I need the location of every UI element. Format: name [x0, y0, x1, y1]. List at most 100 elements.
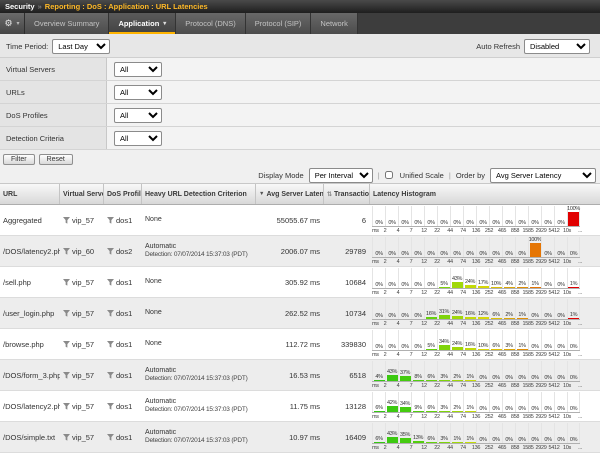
histogram-bar: [478, 349, 489, 350]
bucket-percent-label: 0%: [544, 313, 551, 319]
display-mode-select[interactable]: Per Interval: [309, 168, 373, 183]
avg-latency-cell: 305.92 ms: [256, 278, 324, 287]
histogram-bucket: 0%: [398, 268, 411, 288]
histogram-axis-label: 465: [498, 228, 506, 234]
filter-funnel-icon[interactable]: [63, 217, 70, 224]
filter-funnel-icon[interactable]: [63, 372, 70, 379]
filter-funnel-icon[interactable]: [107, 248, 114, 255]
bucket-percent-label: 0%: [375, 251, 382, 257]
column-header-avg-latency[interactable]: ▼ Avg Server Latency: [256, 184, 324, 204]
filter-funnel-icon[interactable]: [63, 403, 70, 410]
filter-funnel-icon[interactable]: [63, 434, 70, 441]
filter-funnel-icon[interactable]: [107, 279, 114, 286]
histogram-bar: [530, 287, 541, 288]
reset-button[interactable]: Reset: [39, 154, 73, 165]
histogram-axis-label: 1585: [522, 352, 533, 358]
dos-profiles-field: All: [107, 104, 600, 126]
dos-profile-cell: dos1: [104, 216, 142, 225]
column-label: Heavy URL Detection Criterion: [145, 191, 247, 198]
histogram-bucket: 35%: [398, 423, 411, 443]
histogram-bucket: 2%: [450, 361, 463, 381]
histogram-axis-label: 44: [447, 414, 453, 420]
filter-funnel-icon[interactable]: [63, 248, 70, 255]
tab-protocol-dns[interactable]: Protocol (DNS): [176, 13, 245, 34]
filter-funnel-icon[interactable]: [63, 279, 70, 286]
histogram-axis-label: 4: [397, 445, 400, 451]
bucket-percent-label: 0%: [544, 251, 551, 257]
table-row[interactable]: /DOS/simple.txt vip_57 dos1 Automatic De…: [0, 422, 600, 453]
filter-funnel-icon[interactable]: [63, 341, 70, 348]
histogram-bucket: 1%: [463, 392, 476, 412]
filter-funnel-icon[interactable]: [107, 217, 114, 224]
dos-profiles-select[interactable]: All: [114, 108, 162, 123]
histogram-axis-label: 1585: [522, 259, 533, 265]
tab-overview-summary[interactable]: Overview Summary: [25, 13, 109, 34]
bucket-percent-label: 0%: [479, 220, 486, 226]
tab-application[interactable]: Application▾: [109, 13, 176, 34]
bucket-percent-label: 0%: [479, 406, 486, 412]
histogram-bucket: 0%: [554, 237, 567, 257]
criterion-value: None: [145, 278, 256, 286]
transactions-cell: 16409: [324, 433, 370, 442]
histogram-bar: [465, 285, 476, 288]
histogram-axis-label: 5412: [548, 445, 559, 451]
histogram-bucket: 43%: [450, 268, 463, 288]
unified-scale-checkbox[interactable]: [385, 171, 393, 179]
histogram-axis-label: 136: [472, 290, 480, 296]
histogram-axis-label: ms: [372, 414, 379, 420]
column-header-url[interactable]: URL: [0, 184, 60, 204]
filter-button[interactable]: Filter: [3, 154, 35, 165]
filter-funnel-icon[interactable]: [107, 310, 114, 317]
urls-select[interactable]: All: [114, 85, 162, 100]
filter-funnel-icon[interactable]: [107, 403, 114, 410]
histogram-bucket: 0%: [502, 361, 515, 381]
tab-bar: ⚙ ▾ Overview SummaryApplication▾Protocol…: [0, 13, 600, 36]
url-value: /DOS/latency2.php: [3, 247, 60, 256]
detection-criteria-select[interactable]: All: [114, 131, 162, 146]
filter-funnel-icon[interactable]: [107, 341, 114, 348]
table-row[interactable]: Aggregated vip_57 dos1 None 55055.67 ms …: [0, 205, 600, 236]
table-row[interactable]: /sell.php vip_57 dos1 None 305.92 ms 106…: [0, 267, 600, 298]
histogram-bars: 0%0%0%0%0%5%43%24%17%10%4%2%1%0%0%1%ms24…: [372, 268, 594, 297]
filter-funnel-icon[interactable]: [63, 310, 70, 317]
histogram-bucket: 2%: [450, 392, 463, 412]
column-header-criterion[interactable]: Heavy URL Detection Criterion: [142, 184, 256, 204]
breadcrumb-section[interactable]: Security: [5, 2, 35, 11]
column-header-virtual-server[interactable]: Virtual Server: [60, 184, 104, 204]
tab-protocol-sip[interactable]: Protocol (SIP): [246, 13, 312, 34]
histogram-axis-label: 252: [485, 228, 493, 234]
filter-funnel-icon[interactable]: [107, 372, 114, 379]
histogram-bucket: 0%: [528, 392, 541, 412]
bucket-percent-label: 0%: [557, 313, 564, 319]
histogram-bar: [400, 376, 411, 381]
tab-network[interactable]: Network: [311, 13, 358, 34]
histogram-bucket: 0%: [385, 268, 398, 288]
time-period-select[interactable]: Last Day: [52, 39, 110, 54]
auto-refresh-select[interactable]: Disabled: [524, 39, 590, 54]
bucket-percent-label: 0%: [440, 251, 447, 257]
virtual-servers-select[interactable]: All: [114, 62, 162, 77]
bucket-percent-label: 0%: [557, 220, 564, 226]
gear-menu-button[interactable]: ⚙ ▾: [0, 13, 25, 34]
order-by-select[interactable]: Avg Server Latency: [490, 168, 596, 183]
histogram-axis-label: 5412: [548, 383, 559, 389]
histogram-bucket-row: 0%0%0%0%5%34%24%16%10%6%3%1%0%0%0%0%: [372, 330, 580, 351]
table-row[interactable]: /DOS/latency2.php vip_60 dos2 Automatic …: [0, 236, 600, 267]
histogram-bar: [452, 347, 463, 350]
latency-histogram: 0%0%0%0%16%31%24%16%12%6%2%1%0%0%0%1%ms2…: [370, 298, 600, 329]
table-row[interactable]: /DOS/form_3.php vip_57 dos1 Automatic De…: [0, 360, 600, 391]
column-header-transactions[interactable]: ⇅ Transactions: [324, 184, 370, 204]
bucket-percent-label: 0%: [401, 251, 408, 257]
url-cell: /sell.php: [0, 278, 60, 287]
histogram-axis-label: 4: [397, 414, 400, 420]
table-row[interactable]: /DOS/latency2.php vip_57 dos1 Automatic …: [0, 391, 600, 422]
histogram-bucket: 0%: [411, 299, 424, 319]
filter-funnel-icon[interactable]: [107, 434, 114, 441]
column-header-dos-profile[interactable]: DoS Profile: [104, 184, 142, 204]
url-value: /sell.php: [3, 278, 31, 287]
virtual-server-cell: vip_57: [60, 340, 104, 349]
table-row[interactable]: /user_login.php vip_57 dos1 None 262.52 …: [0, 298, 600, 329]
table-row[interactable]: /browse.php vip_57 dos1 None 112.72 ms 3…: [0, 329, 600, 360]
chevron-down-icon: ▾: [14, 20, 20, 27]
bucket-percent-label: 0%: [518, 406, 525, 412]
